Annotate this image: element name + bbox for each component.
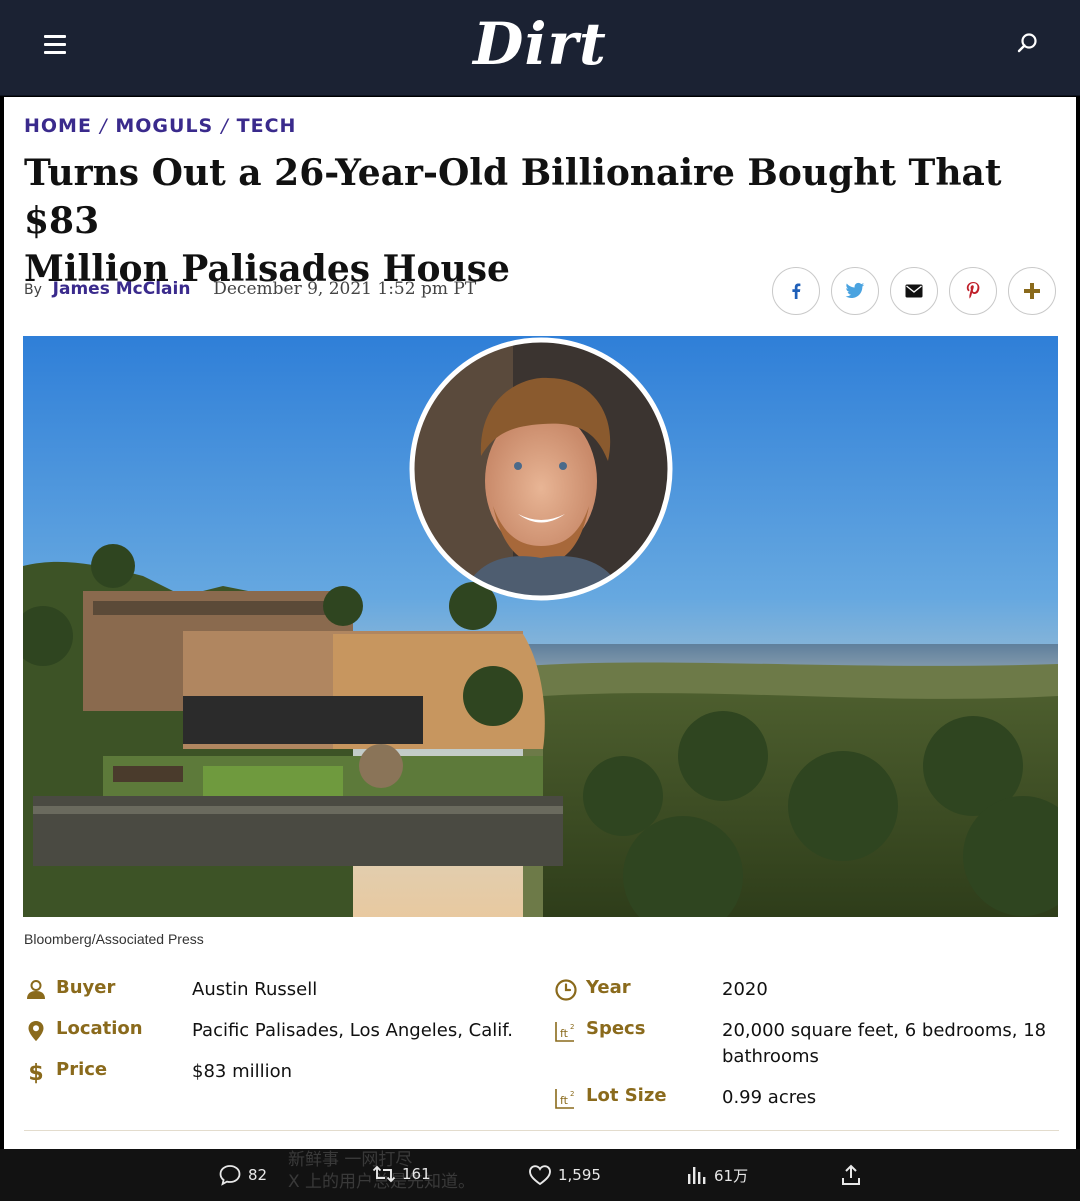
person-icon [27,980,45,999]
svg-text:ft: ft [560,1027,569,1040]
svg-text:$: $ [28,1061,43,1084]
detail-buyer: Buyer Austin Russell [24,977,317,1003]
location-label: Location [56,1018,143,1039]
breadcrumb: HOME / MOGULS / TECH [24,115,296,137]
location-pin-icon [28,1021,44,1041]
twitter-share-button[interactable] [831,267,879,315]
dollar-icon: $ [28,1061,43,1084]
pinterest-share-button[interactable] [949,267,997,315]
facebook-share-button[interactable] [772,267,820,315]
square-feet-icon: ft 2 [555,1089,574,1109]
site-logo[interactable]: Dirt [0,10,1080,78]
email-icon [905,284,923,298]
divider [24,1130,1059,1131]
reply-count: 82 [248,1166,268,1184]
more-share-button[interactable] [1008,267,1056,315]
email-share-button[interactable] [890,267,938,315]
square-feet-icon: ft 2 [555,1022,574,1042]
search-icon[interactable] [1014,30,1042,58]
byline: By James McClain December 9, 2021 1:52 p… [24,279,476,299]
twitter-icon [845,282,865,298]
publish-date: December 9, 2021 1:52 pm PT [213,279,477,299]
price-label: Price [56,1059,108,1080]
repost-count: 161 [402,1165,431,1183]
like-count: 1,595 [558,1166,601,1184]
headline-line-1: Turns Out a 26-Year-Old Billionaire Boug… [24,152,1002,242]
year-value: 2020 [722,979,768,1000]
lot-size-value: 0.99 acres [722,1087,817,1108]
breadcrumb-separator: / [99,115,108,137]
buyer-label: Buyer [56,977,116,998]
facebook-icon [792,283,801,299]
svg-text:ft: ft [560,1094,569,1107]
buyer-value: Austin Russell [192,979,318,1000]
detail-lot-size: ft 2 Lot Size 0.99 acres [554,1085,816,1111]
repost-icon [372,1165,396,1183]
year-label: Year [586,977,631,998]
share-upload-icon [842,1164,860,1185]
share-button[interactable] [840,1164,868,1186]
detail-location: Location Pacific Palisades, Los Angeles,… [24,1018,513,1044]
breadcrumb-separator: / [221,115,229,137]
breadcrumb-home[interactable]: HOME [24,115,92,137]
views-button[interactable]: 61万 [686,1164,748,1186]
specs-label: Specs [586,1018,646,1039]
repost-button[interactable]: 161 [372,1164,431,1184]
site-header: Dirt [0,0,1080,96]
breadcrumb-moguls[interactable]: MOGULS [115,115,213,137]
specs-value: 20,000 square feet, 6 bedrooms, 18 bathr… [722,1020,1047,1067]
reply-icon [219,1165,241,1186]
price-value: $83 million [192,1061,293,1082]
view-count: 61万 [714,1166,749,1185]
share-buttons [772,267,1056,315]
reply-button[interactable]: 82 [218,1164,267,1186]
heart-icon [529,1165,551,1186]
svg-text:2: 2 [570,1090,574,1098]
views-chart-icon [688,1167,706,1184]
pinterest-icon [966,282,980,299]
clock-icon [555,979,577,1001]
hero-image [23,336,1058,917]
lot-size-label: Lot Size [586,1085,667,1106]
detail-specs: ft 2 Specs 20,000 square feet, 6 bedroom… [554,1018,1052,1070]
plus-icon [1024,283,1040,299]
detail-year: Year 2020 [554,977,768,1003]
breadcrumb-tech[interactable]: TECH [237,115,297,137]
location-value: Pacific Palisades, Los Angeles, Calif. [192,1020,514,1041]
detail-price: $ Price $83 million [24,1059,292,1085]
like-button[interactable]: 1,595 [528,1164,601,1186]
article: HOME / MOGULS / TECH Turns Out a 26-Year-Old… [4,97,1076,1149]
byline-by: By [24,282,42,298]
author-link[interactable]: James McClain [53,279,191,299]
social-action-bar: 新鲜事 一网打尽 X 上的用户总是先知道。 82 161 1,595 61万 [0,1149,1080,1201]
svg-text:2: 2 [570,1023,574,1031]
image-caption: Bloomberg/Associated Press [24,931,204,947]
